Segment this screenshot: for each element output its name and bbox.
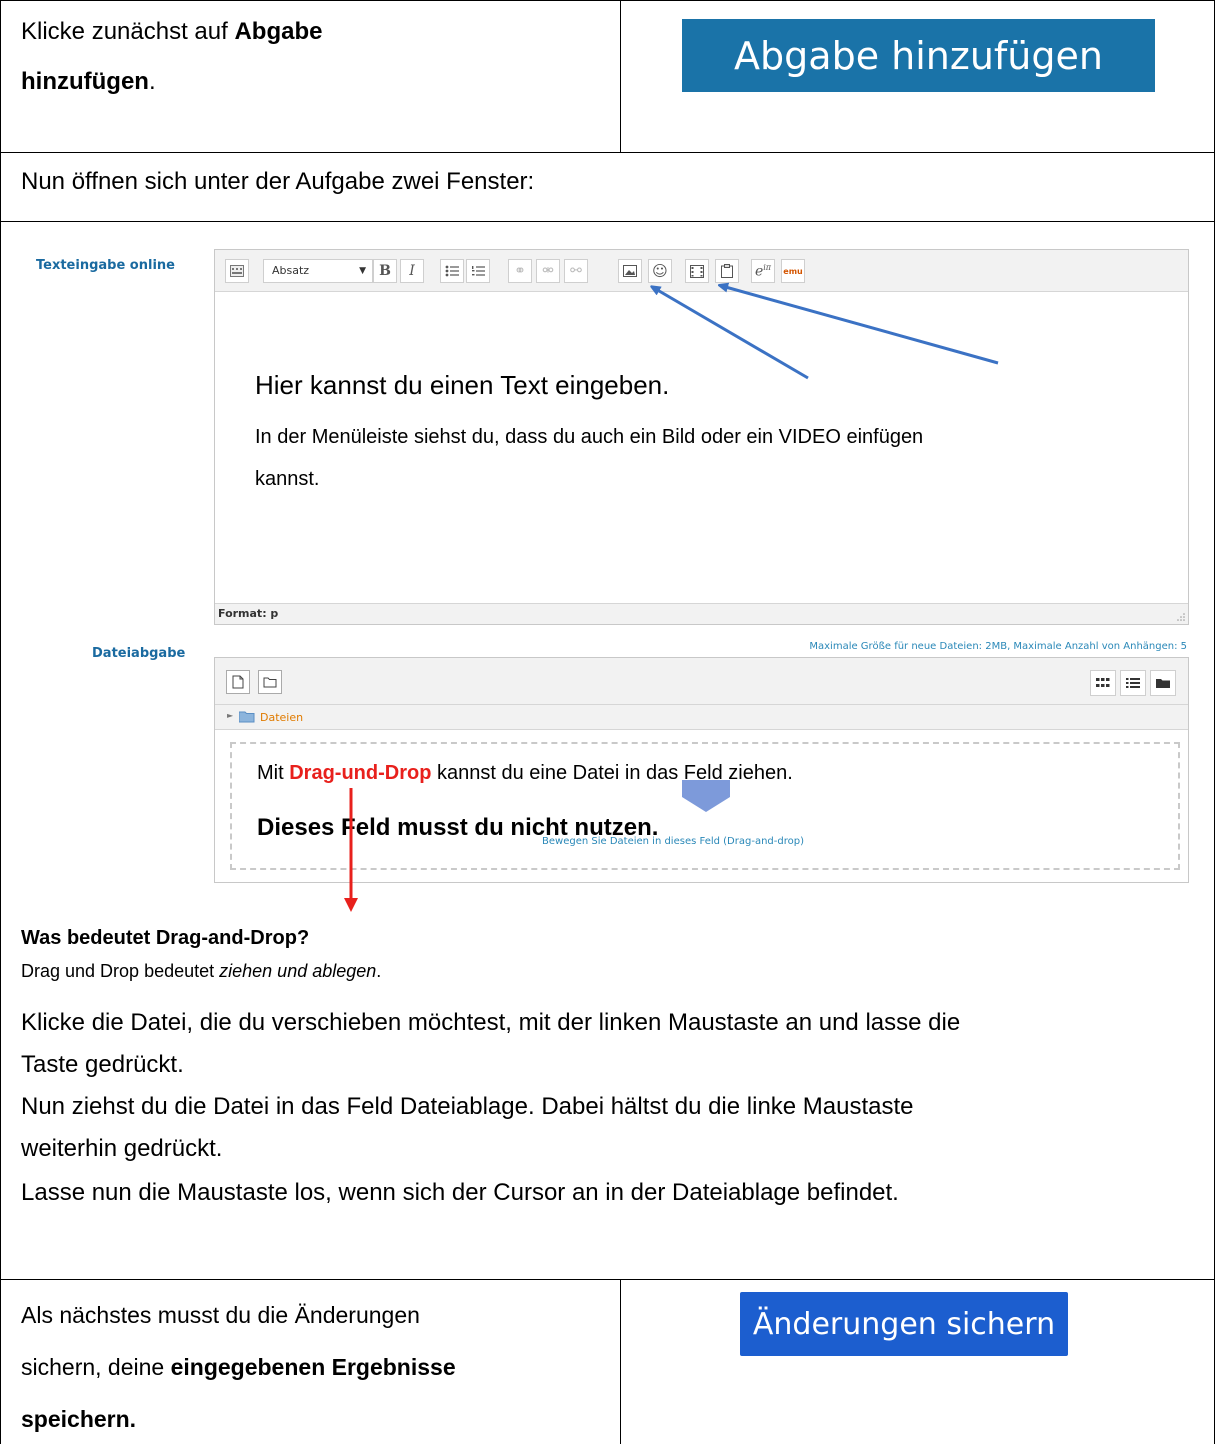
save-instruction-bold-2: speichern. [21,1406,137,1432]
definition-text: Drag und Drop bedeutet [21,961,220,981]
italic-icon: I [409,263,415,279]
equation-button[interactable]: eiπ [751,259,775,283]
unlink-button[interactable]: ⚮ [536,259,560,283]
bullet-list-button[interactable] [440,259,464,283]
insert-image-button[interactable] [618,259,642,283]
keyboard-icon [230,265,244,277]
red-arrow-head [344,898,358,912]
save-instruction-bold-1: eingegebenen Ergebnisse [170,1354,456,1380]
view-tree-button[interactable] [1150,670,1176,696]
save-changes-button[interactable]: Änderungen sichern [740,1292,1068,1356]
save-changes-button-label: Änderungen sichern [752,1306,1056,1342]
file-manager: ► Dateien Mit Drag-und-Drop kannst du ei… [214,657,1189,883]
explain-line-4: weiterhin gedrückt. [21,1135,223,1162]
file-submission-label: Dateiabgabe [92,646,186,661]
definition-period: . [376,961,382,981]
add-instruction-bold-2: hinzufügen [21,68,149,95]
add-instruction-bold-1: Abgabe [234,18,323,45]
editor-line-2: kannst. [255,468,320,490]
bold-icon: B [379,263,391,279]
drop-zone-instruction: Mit Drag-und-Drop kannst du eine Datei i… [257,762,793,785]
drop-zone[interactable]: Mit Drag-und-Drop kannst du eine Datei i… [230,742,1180,870]
resize-handle-icon[interactable] [1175,611,1185,621]
bullet-list-icon [445,265,459,277]
drag-and-drop-highlight: Drag-und-Drop [289,762,432,784]
definition-italic: ziehen und ablegen [219,961,377,981]
drop-zone-hint: Bewegen Sie Dateien in dieses Feld (Drag… [542,836,804,847]
image-icon [623,265,637,277]
film-icon [690,264,704,278]
add-file-button[interactable] [226,670,250,694]
folder-icon [1156,679,1170,688]
folder-icon [239,711,255,723]
drag-drop-definition: Drag und Drop bedeutet ziehen und ablege… [21,961,381,982]
italic-button[interactable]: I [400,259,424,283]
text-editor: Absatz ▼ B I ⚭ ⚮ ⚯ ☺ eiπ emu Hier kannst… [214,249,1189,625]
editor-content-area[interactable]: Hier kannst du einen Text eingeben. In d… [215,292,1188,604]
emoticon-button[interactable]: ☺ [648,259,672,283]
table-border-top [0,0,1215,1]
link-button[interactable]: ⚭ [508,259,532,283]
file-icon [232,675,244,689]
column-divider-top [620,0,621,152]
editor-line-1: In der Menüleiste siehst du, dass du auc… [255,426,924,448]
grid-icon [1096,678,1110,687]
document: Klicke zunächst auf Abgabe hinzufügen. A… [0,0,1215,1444]
insert-media-button[interactable] [685,259,709,283]
editor-heading: Hier kannst du einen Text eingeben. [255,370,670,400]
view-icons-button[interactable] [1090,670,1116,696]
anchor-icon: ⚯ [570,263,582,279]
table-border-left [0,0,1,1444]
emuturl-button[interactable]: emu [781,259,805,283]
chevron-down-icon: ▼ [359,266,366,276]
explain-line-1: Klicke die Datei, die du verschieben möc… [21,1009,961,1036]
view-list-button[interactable] [1120,670,1146,696]
list-icon [1126,678,1140,688]
row-divider-1 [0,152,1215,153]
caret-right-icon: ► [227,711,234,720]
smiley-icon: ☺ [652,262,668,280]
online-text-label: Texteingabe online [36,258,175,273]
add-instruction: Klicke zunächst auf Abgabe hinzufügen. [21,7,611,107]
toolbar-toggle-button[interactable] [225,259,249,283]
folder-outline-icon [263,677,277,688]
format-status: Format: p [218,607,279,620]
add-instruction-text: Klicke zunächst auf [21,18,235,45]
create-folder-button[interactable] [258,670,282,694]
bold-button[interactable]: B [373,259,397,283]
row-divider-3 [0,1279,1215,1280]
column-divider-bottom [620,1279,621,1444]
file-limits: Maximale Größe für neue Dateien: 2MB, Ma… [809,641,1187,652]
paste-button[interactable] [715,259,739,283]
add-submission-button-label: Abgabe hinzufügen [734,33,1103,78]
file-path-bar: ► Dateien [215,705,1188,730]
add-submission-button[interactable]: Abgabe hinzufügen [682,19,1155,92]
row-divider-2 [0,221,1215,222]
editor-toolbar: Absatz ▼ B I ⚭ ⚮ ⚯ ☺ eiπ emu [215,250,1188,292]
equation-icon: eiπ [754,262,772,280]
paragraph-format-value: Absatz [272,264,310,277]
add-instruction-period: . [148,68,156,95]
windows-intro: Nun öffnen sich unter der Aufgabe zwei F… [21,168,535,195]
file-manager-toolbar [215,658,1188,705]
numbered-list-icon [472,266,485,276]
drop-zone-text-suffix: kannst du eine Datei in das Feld ziehen. [431,762,793,784]
drag-drop-heading: Was bedeutet Drag-and-Drop? [21,927,310,949]
editor-status-bar: Format: p [215,603,1188,624]
link-icon: ⚭ [514,263,526,279]
explain-line-3: Nun ziehst du die Datei in das Feld Date… [21,1093,914,1120]
paragraph-format-select[interactable]: Absatz ▼ [263,259,373,283]
unlink-icon: ⚮ [542,263,554,279]
drop-zone-text-prefix: Mit [257,762,290,784]
numbered-list-button[interactable] [466,259,490,283]
clipboard-icon [721,264,733,278]
explain-line-5: Lasse nun die Maustaste los, wenn sich d… [21,1179,899,1206]
save-instruction: Als nächstes musst du die Änderungen sic… [21,1289,456,1445]
save-instruction-line-1: Als nächstes musst du die Änderungen [21,1302,420,1328]
anchor-button[interactable]: ⚯ [564,259,588,283]
folder-breadcrumb[interactable]: Dateien [260,711,303,724]
emuturl-icon: emu [783,266,803,276]
save-instruction-line-2: sichern, deine [21,1354,171,1380]
explain-line-2: Taste gedrückt. [21,1051,184,1078]
